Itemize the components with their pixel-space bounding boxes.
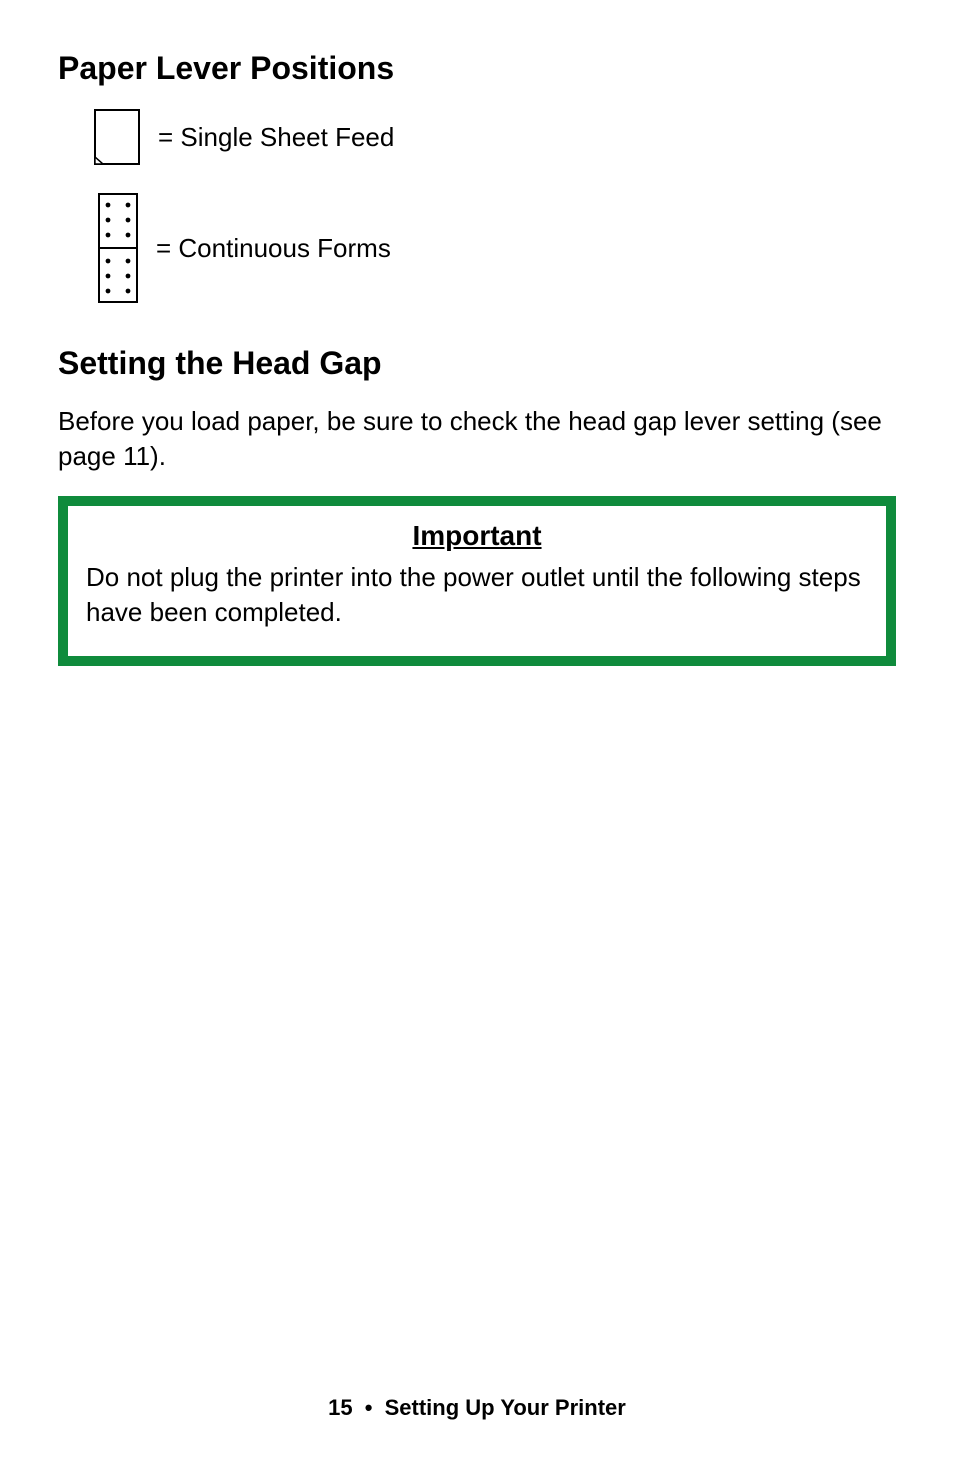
head-gap-body: Before you load paper, be sure to check … [58, 404, 896, 474]
footer-bullet: • [359, 1395, 379, 1420]
heading-head-gap: Setting the Head Gap [58, 345, 896, 382]
callout-title: Important [86, 520, 868, 552]
continuous-forms-icon [98, 193, 138, 303]
footer-section-title: Setting Up Your Printer [385, 1395, 626, 1420]
page-number: 15 [328, 1395, 352, 1420]
single-sheet-label: = Single Sheet Feed [158, 122, 394, 153]
lever-row-single-sheet: = Single Sheet Feed [58, 109, 896, 165]
heading-paper-lever: Paper Lever Positions [58, 50, 896, 87]
single-sheet-icon [94, 109, 140, 165]
page-footer: 15 • Setting Up Your Printer [0, 1395, 954, 1421]
continuous-forms-label: = Continuous Forms [156, 233, 391, 264]
lever-row-continuous-forms: = Continuous Forms [58, 193, 896, 303]
important-callout: Important Do not plug the printer into t… [58, 496, 896, 666]
page: Paper Lever Positions = Single Sheet Fee… [0, 0, 954, 1475]
callout-body: Do not plug the printer into the power o… [86, 560, 868, 630]
